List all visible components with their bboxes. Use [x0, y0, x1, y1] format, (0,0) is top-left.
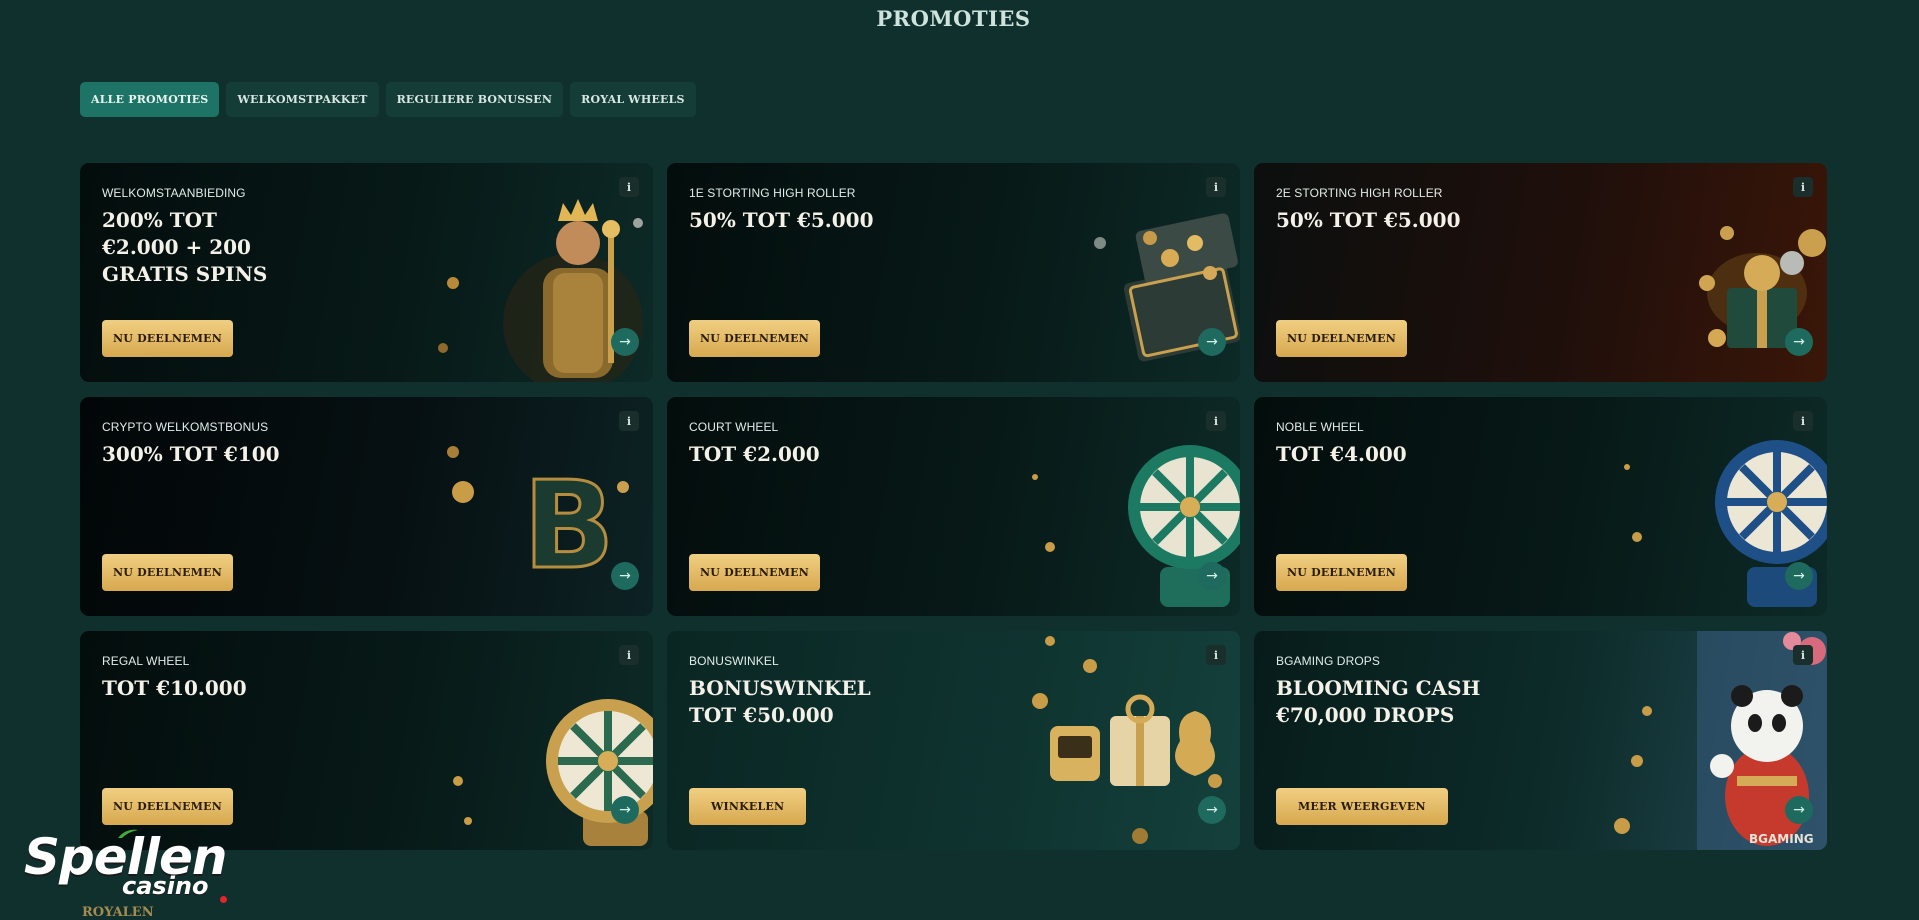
- promo-headline: TOT €4.000: [1276, 442, 1407, 466]
- promo-card-1e-storting[interactable]: 1E STORTING HIGH ROLLER 50% TOT €5.000 i…: [667, 163, 1240, 382]
- info-button[interactable]: i: [619, 411, 639, 431]
- arrow-right-icon[interactable]: →: [1198, 796, 1226, 824]
- tab-royal-wheels[interactable]: ROYAL WHEELS: [570, 82, 696, 117]
- join-button[interactable]: NU DEELNEMEN: [689, 320, 820, 357]
- show-more-button[interactable]: MEER WEERGEVEN: [1276, 788, 1448, 825]
- promo-card-crypto[interactable]: B CRYPTO WELKOMSTBONUS 300% TOT €100 i N…: [80, 397, 653, 616]
- footer-brand: ROYALEN: [82, 905, 154, 920]
- promo-headline: BLOOMING CASH €70,000 DROPS: [1276, 676, 1481, 727]
- page-title: PROMOTIES: [876, 6, 1031, 31]
- arrow-right-icon[interactable]: →: [1785, 562, 1813, 590]
- promo-headline: 50% TOT €5.000: [689, 208, 874, 232]
- promo-card-regal-wheel[interactable]: REGAL WHEEL TOT €10.000 i NU DEELNEMEN →: [80, 631, 653, 850]
- promo-headline: 200% TOT €2.000 + 200 GRATIS SPINS: [102, 208, 268, 286]
- join-button[interactable]: NU DEELNEMEN: [689, 554, 820, 591]
- info-button[interactable]: i: [1206, 411, 1226, 431]
- promo-card-bonuswinkel[interactable]: BONUSWINKEL BONUSWINKEL TOT €50.000 i WI…: [667, 631, 1240, 850]
- promo-card-welkomstaanbieding[interactable]: WELKOMSTAANBIEDING 200% TOT €2.000 + 200…: [80, 163, 653, 382]
- join-button[interactable]: NU DEELNEMEN: [102, 788, 233, 825]
- info-button[interactable]: i: [1793, 411, 1813, 431]
- promo-card-noble-wheel[interactable]: NOBLE WHEEL TOT €4.000 i NU DEELNEMEN →: [1254, 397, 1827, 616]
- arrow-right-icon[interactable]: →: [611, 562, 639, 590]
- arrow-right-icon[interactable]: →: [1198, 562, 1226, 590]
- spellen-casino-logo: Spellen casino: [24, 828, 234, 908]
- promo-card-2e-storting[interactable]: 2E STORTING HIGH ROLLER 50% TOT €5.000 i…: [1254, 163, 1827, 382]
- promo-card-court-wheel[interactable]: COURT WHEEL TOT €2.000 i NU DEELNEMEN →: [667, 397, 1240, 616]
- svg-text:BGAMING: BGAMING: [1749, 832, 1814, 846]
- promo-eyebrow: 1E STORTING HIGH ROLLER: [689, 186, 856, 200]
- logo-red-dot: [220, 896, 227, 903]
- logo-sub-text: casino: [122, 872, 209, 900]
- info-button[interactable]: i: [1793, 177, 1813, 197]
- promo-headline: 300% TOT €100: [102, 442, 280, 466]
- promo-tabs: ALLE PROMOTIES WELKOMSTPAKKET REGULIERE …: [80, 82, 696, 117]
- promo-eyebrow: CRYPTO WELKOMSTBONUS: [102, 420, 269, 434]
- promo-eyebrow: REGAL WHEEL: [102, 654, 190, 668]
- promotions-grid: WELKOMSTAANBIEDING 200% TOT €2.000 + 200…: [80, 163, 1827, 850]
- arrow-right-icon[interactable]: →: [611, 328, 639, 356]
- svg-text:B: B: [523, 457, 614, 596]
- info-button[interactable]: i: [1206, 645, 1226, 665]
- promo-card-bgaming-drops[interactable]: BGAMING BGAMING DROPS BLOOMING CASH €70,…: [1254, 631, 1827, 850]
- info-button[interactable]: i: [1206, 177, 1226, 197]
- join-button[interactable]: NU DEELNEMEN: [102, 554, 233, 591]
- arrow-right-icon[interactable]: →: [1198, 328, 1226, 356]
- join-button[interactable]: NU DEELNEMEN: [102, 320, 233, 357]
- tab-alle-promoties[interactable]: ALLE PROMOTIES: [80, 82, 220, 117]
- join-button[interactable]: NU DEELNEMEN: [1276, 554, 1407, 591]
- arrow-right-icon[interactable]: →: [1785, 328, 1813, 356]
- info-button[interactable]: i: [1793, 645, 1813, 665]
- promo-eyebrow: WELKOMSTAANBIEDING: [102, 186, 246, 200]
- tab-reguliere-bonussen[interactable]: REGULIERE BONUSSEN: [385, 82, 564, 117]
- info-button[interactable]: i: [619, 177, 639, 197]
- promo-eyebrow: NOBLE WHEEL: [1276, 420, 1364, 434]
- promo-eyebrow: BGAMING DROPS: [1276, 654, 1380, 668]
- promo-eyebrow: 2E STORTING HIGH ROLLER: [1276, 186, 1443, 200]
- promo-headline: TOT €10.000: [102, 676, 247, 700]
- tab-welkomstpakket[interactable]: WELKOMSTPAKKET: [226, 82, 379, 117]
- promo-headline: BONUSWINKEL TOT €50.000: [689, 676, 871, 727]
- promo-eyebrow: COURT WHEEL: [689, 420, 779, 434]
- arrow-right-icon[interactable]: →: [1785, 796, 1813, 824]
- shop-button[interactable]: WINKELEN: [689, 788, 807, 825]
- promo-headline: TOT €2.000: [689, 442, 820, 466]
- promo-eyebrow: BONUSWINKEL: [689, 654, 779, 668]
- join-button[interactable]: NU DEELNEMEN: [1276, 320, 1407, 357]
- info-button[interactable]: i: [619, 645, 639, 665]
- promo-headline: 50% TOT €5.000: [1276, 208, 1461, 232]
- arrow-right-icon[interactable]: →: [611, 796, 639, 824]
